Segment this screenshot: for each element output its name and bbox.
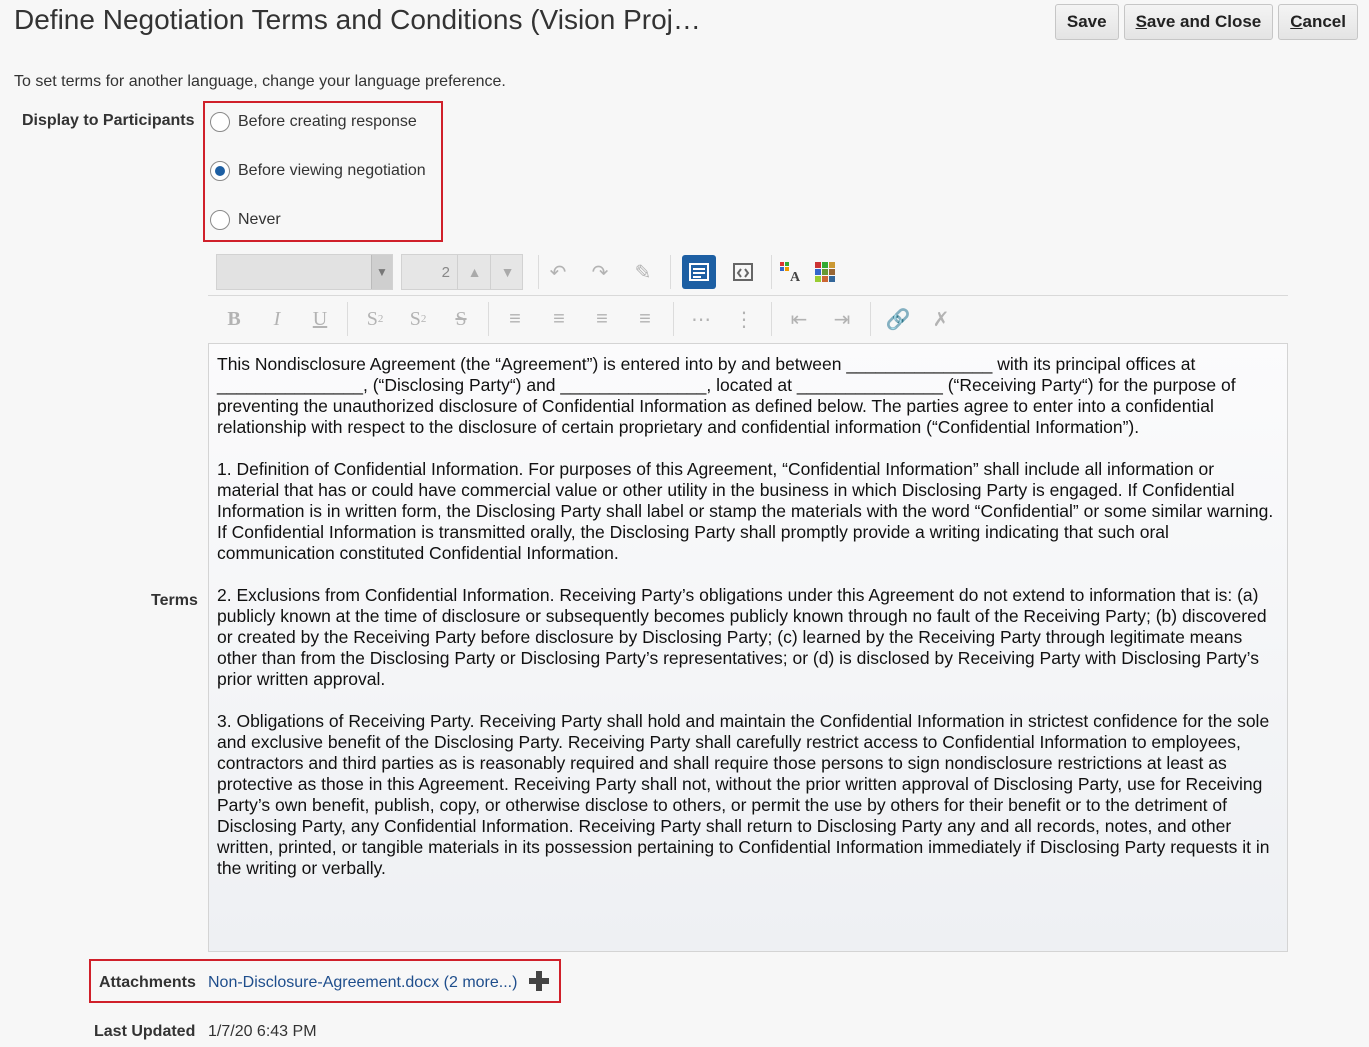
rich-text-mode-icon[interactable]: [682, 255, 716, 289]
bullet-list-icon[interactable]: ⋯: [684, 302, 718, 336]
radio-button-selected[interactable]: [210, 161, 230, 181]
display-to-participants-radio-group: Before creating response Before viewing …: [203, 101, 443, 242]
font-family-select[interactable]: ▼: [216, 254, 393, 290]
terms-paragraph: This Nondisclosure Agreement (the “Agree…: [217, 354, 1236, 437]
decrement-icon[interactable]: ▼: [490, 255, 524, 289]
chevron-down-icon[interactable]: ▼: [371, 255, 392, 289]
link-icon[interactable]: 🔗: [881, 302, 915, 336]
align-center-icon[interactable]: ≡: [542, 302, 576, 336]
clear-format-icon[interactable]: ✎: [626, 255, 660, 289]
editor-toolbar-row-2: B I U S2 S2 S ≡ ≡ ≡ ≡ ⋯ ⋮ ⇤ ⇥ 🔗 ✗: [208, 296, 1288, 342]
italic-icon[interactable]: I: [260, 302, 294, 336]
save-and-close-button[interactable]: Save and Close: [1123, 4, 1274, 40]
attachment-link[interactable]: Non-Disclosure-Agreement.docx (2 more...…: [208, 974, 517, 992]
header-actions: Save Save and Close Cancel: [1054, 4, 1358, 40]
page-title: Define Negotiation Terms and Conditions …: [14, 4, 701, 35]
strikethrough-icon[interactable]: S: [444, 302, 478, 336]
terms-paragraph: 2. Exclusions from Confidential Informat…: [217, 585, 1267, 689]
unlink-icon[interactable]: ✗: [924, 302, 958, 336]
svg-text:A: A: [790, 270, 801, 282]
last-updated-value: 1/7/20 6:43 PM: [208, 1023, 317, 1040]
font-size-value: 2: [441, 264, 450, 281]
bold-icon[interactable]: B: [217, 302, 251, 336]
superscript-icon[interactable]: S2: [401, 302, 435, 336]
radio-never[interactable]: Never: [210, 210, 281, 230]
radio-button[interactable]: [210, 210, 230, 230]
subscript-icon[interactable]: S2: [358, 302, 392, 336]
attachments-row: Attachments Non-Disclosure-Agreement.doc…: [89, 959, 561, 1003]
source-code-mode-icon[interactable]: [726, 255, 760, 289]
undo-icon[interactable]: ↶: [541, 255, 575, 289]
numbered-list-icon[interactable]: ⋮: [727, 302, 761, 336]
background-color-icon[interactable]: [808, 255, 842, 289]
add-attachment-icon[interactable]: [529, 971, 549, 991]
display-to-participants-label: Display to Participants: [22, 112, 195, 129]
underline-icon[interactable]: U: [303, 302, 337, 336]
radio-before-viewing-negotiation[interactable]: Before viewing negotiation: [210, 161, 426, 181]
redo-icon[interactable]: ↷: [583, 255, 617, 289]
terms-label: Terms: [151, 592, 198, 609]
cancel-button[interactable]: Cancel: [1278, 4, 1358, 40]
save-button[interactable]: Save: [1054, 4, 1119, 40]
radio-before-creating-response[interactable]: Before creating response: [210, 112, 417, 132]
align-left-icon[interactable]: ≡: [498, 302, 532, 336]
align-right-icon[interactable]: ≡: [585, 302, 619, 336]
terms-editor[interactable]: This Nondisclosure Agreement (the “Agree…: [208, 343, 1288, 952]
last-updated-label: Last Updated: [94, 1023, 196, 1040]
editor-toolbar-row-1: ▼ 2 ▲ ▼ ↶ ↷ ✎ A: [208, 249, 1288, 296]
font-size-spinner[interactable]: 2 ▲ ▼: [401, 254, 523, 290]
indent-icon[interactable]: ⇥: [825, 302, 859, 336]
text-color-icon[interactable]: A: [774, 255, 808, 289]
attachments-label: Attachments: [99, 974, 196, 991]
terms-paragraph: 3. Obligations of Receiving Party. Recei…: [217, 711, 1270, 878]
language-instruction: To set terms for another language, chang…: [14, 73, 506, 90]
radio-button[interactable]: [210, 112, 230, 132]
justify-icon[interactable]: ≡: [628, 302, 662, 336]
terms-paragraph: 1. Definition of Confidential Informatio…: [217, 459, 1274, 563]
outdent-icon[interactable]: ⇤: [782, 302, 816, 336]
increment-icon[interactable]: ▲: [457, 255, 491, 289]
